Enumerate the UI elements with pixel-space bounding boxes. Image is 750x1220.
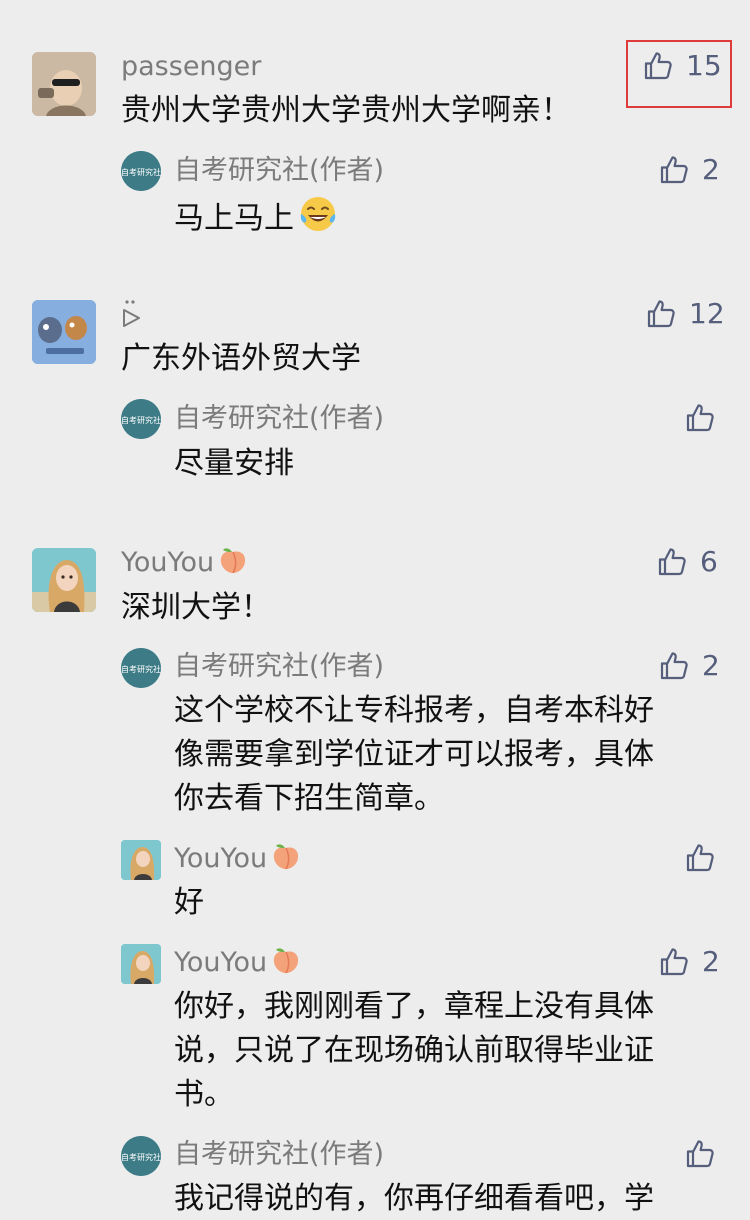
like-count: 6 <box>700 545 718 578</box>
reply-text: 我记得说的有，你再仔细看看吧，学 <box>174 1181 654 1216</box>
author-avatar-label: 自考研究社 <box>121 167 161 177</box>
avatar[interactable] <box>121 944 161 984</box>
author-avatar-label: 自考研究社 <box>121 1152 161 1162</box>
like-count: 2 <box>702 649 720 682</box>
reply-username[interactable]: 自考研究社(作者) <box>174 650 384 684</box>
author-avatar[interactable]: 自考研究社 <box>121 648 161 688</box>
comment-text: 贵州大学贵州大学贵州大学啊亲！ <box>121 93 571 128</box>
reply-text: 尽量安排 <box>174 446 294 481</box>
thumbs-up-icon <box>645 298 677 330</box>
reply-text-content: 马上马上 <box>174 201 294 236</box>
author-avatar[interactable]: 自考研究社 <box>121 151 161 191</box>
reply-like-button[interactable]: 2 <box>658 648 720 684</box>
reply-username[interactable]: YouYou <box>174 842 301 876</box>
like-button[interactable]: 12 <box>645 296 725 332</box>
peach-emoji <box>218 546 248 574</box>
author-avatar-label: 自考研究社 <box>121 415 161 425</box>
reply-like-button[interactable]: 2 <box>658 152 720 188</box>
reply-text-line-2: 说，只说了在现场确认前取得毕业证 <box>174 1033 654 1068</box>
reply-like-button[interactable] <box>684 400 728 436</box>
reply-like-button[interactable] <box>684 840 728 876</box>
reply-text-line-3: 你去看下招生简章。 <box>174 781 444 816</box>
avatar[interactable] <box>32 548 96 612</box>
reply-username[interactable]: YouYou <box>174 946 301 980</box>
author-avatar-label: 自考研究社 <box>121 664 161 674</box>
username-text: YouYou <box>121 547 215 578</box>
username-text: YouYou <box>174 843 268 874</box>
like-count: 12 <box>689 297 725 330</box>
reply-like-button[interactable]: 2 <box>658 944 720 980</box>
avatar[interactable] <box>32 52 96 116</box>
username-text: YouYou <box>174 947 268 978</box>
author-avatar[interactable]: 自考研究社 <box>121 1136 161 1176</box>
comment-text: 深圳大学！ <box>121 590 271 625</box>
reply-text-line-1: 你好，我刚刚看了，章程上没有具体 <box>174 989 654 1024</box>
reply-username[interactable]: 自考研究社(作者) <box>174 402 384 436</box>
thumbs-up-icon <box>656 546 688 578</box>
highlight-box <box>626 40 732 108</box>
thumbs-up-icon <box>684 1138 716 1170</box>
play-outline-icon <box>123 300 140 327</box>
comment-text: 广东外语外贸大学 <box>121 341 361 376</box>
reply-username[interactable]: 自考研究社(作者) <box>174 154 384 188</box>
avatar[interactable] <box>121 840 161 880</box>
username[interactable]: passenger <box>121 50 261 84</box>
like-count: 2 <box>702 153 720 186</box>
reply-text: 好 <box>174 885 204 920</box>
reply-text-line-2: 像需要拿到学位证才可以报考，具体 <box>174 737 654 772</box>
author-avatar[interactable]: 自考研究社 <box>121 399 161 439</box>
like-count: 2 <box>702 945 720 978</box>
username[interactable] <box>121 298 145 339</box>
peach-emoji <box>271 842 301 870</box>
thumbs-up-icon <box>658 154 690 186</box>
thumbs-up-icon <box>658 946 690 978</box>
reply-text-line-3: 书。 <box>174 1077 234 1112</box>
reply-text: 马上马上 <box>174 194 338 240</box>
avatar[interactable] <box>32 300 96 364</box>
thumbs-up-icon <box>658 650 690 682</box>
thumbs-up-icon <box>684 842 716 874</box>
like-button[interactable]: 6 <box>656 544 718 580</box>
reply-like-button[interactable] <box>684 1136 728 1172</box>
reply-username[interactable]: 自考研究社(作者) <box>174 1138 384 1172</box>
tears-of-joy-emoji <box>300 197 336 231</box>
reply-text-line-1: 这个学校不让专科报考，自考本科好 <box>174 693 654 728</box>
username[interactable]: YouYou <box>121 546 248 580</box>
thumbs-up-icon <box>684 402 716 434</box>
peach-emoji <box>271 946 301 974</box>
